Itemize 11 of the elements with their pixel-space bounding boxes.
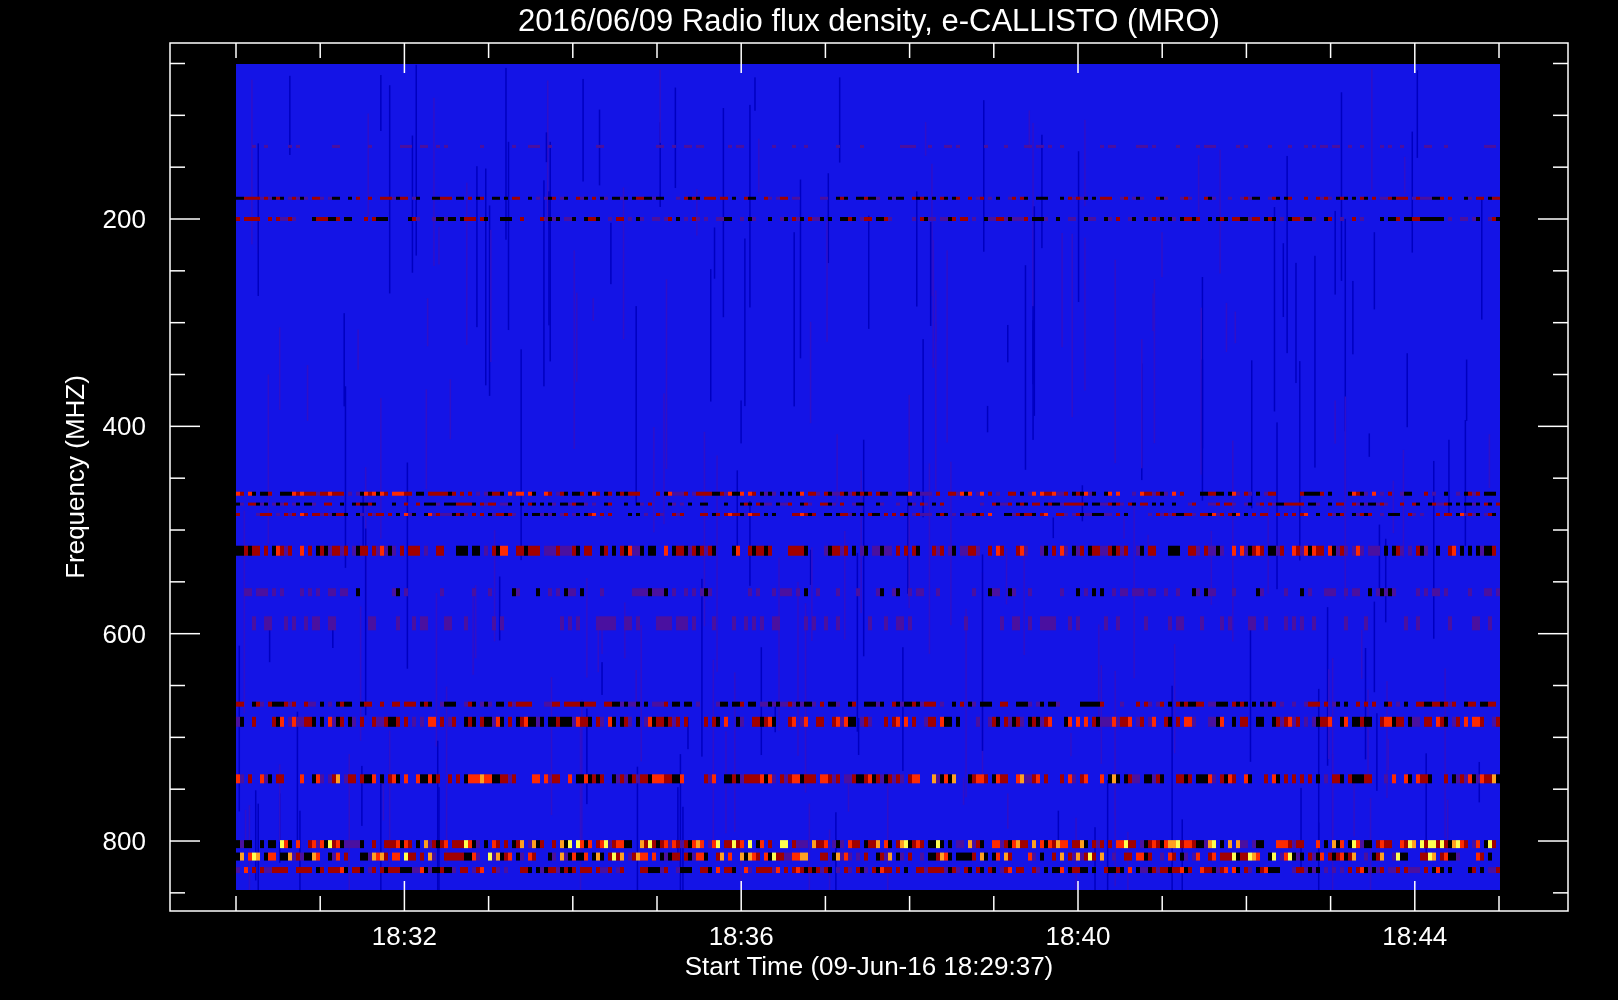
axis-label: Frequency (MHZ): [60, 375, 90, 579]
tick-label: 18:36: [708, 921, 774, 951]
tick-label: 400: [102, 411, 146, 442]
tick-label: 18:32: [371, 921, 437, 951]
tick-label: 800: [102, 826, 146, 856]
tick-label: 200: [102, 204, 146, 234]
tick-label: 600: [102, 618, 146, 649]
axis-label: Start Time (09-Jun-16 18:29:37): [684, 951, 1054, 981]
tick-label: 18:40: [1045, 921, 1111, 951]
tick-label: 18:44: [1382, 921, 1448, 951]
chart-title: 2016/06/09 Radio flux density, e-CALLISTO (MRO): [518, 3, 1220, 38]
